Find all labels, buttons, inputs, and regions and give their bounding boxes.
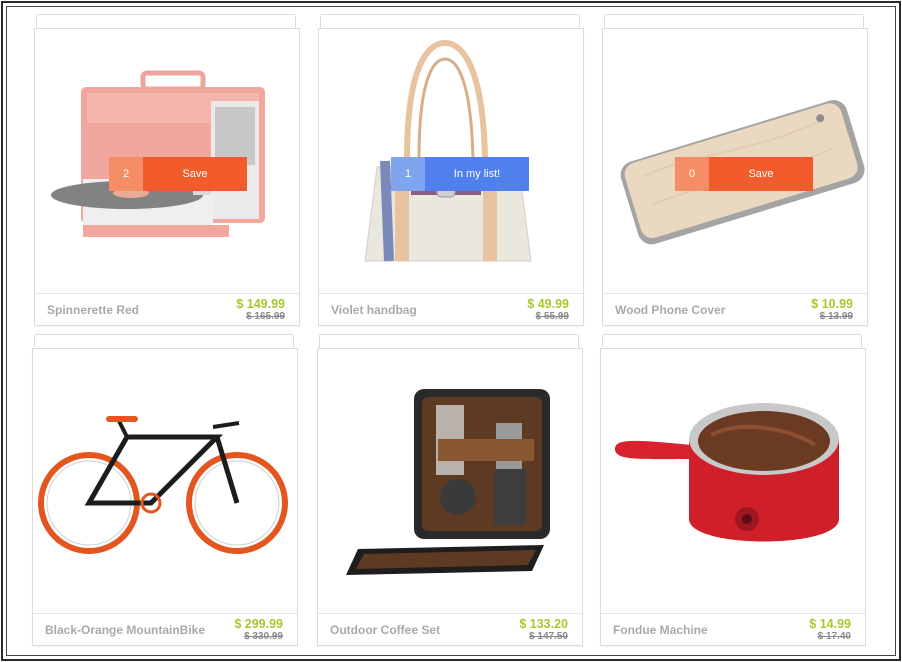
product-price: $ 49.99 [527,297,569,311]
card-body: Fondue Machine $ 14.99 $ 17.40 [600,348,866,646]
product-info: Fondue Machine $ 14.99 $ 17.40 [601,613,865,645]
product-name[interactable]: Wood Phone Cover [615,303,725,317]
product-name[interactable]: Spinnerette Red [47,303,139,317]
in-my-list-button[interactable]: 1 In my list! [391,157,529,191]
product-name[interactable]: Violet handbag [331,303,417,317]
product-card[interactable]: 2 Save Spinnerette Red $ 149.99 $ 165.99 [34,14,300,326]
coffee-set-image[interactable] [318,349,582,613]
product-info: Wood Phone Cover $ 10.99 $ 13.99 [603,293,867,325]
product-old-price: $ 147.50 [529,631,568,642]
product-name[interactable]: Black-Orange MountainBike [45,623,205,637]
product-old-price: $ 165.99 [246,311,285,322]
save-count: 0 [675,157,709,191]
product-card[interactable]: Black-Orange MountainBike $ 299.99 $ 330… [32,334,298,646]
product-card[interactable]: Outdoor Coffee Set $ 133.20 $ 147.50 [317,334,583,646]
product-price: $ 149.99 [236,297,285,311]
product-price: $ 133.20 [519,617,568,631]
save-button[interactable]: 0 Save [675,157,813,191]
product-price: $ 10.99 [811,297,853,311]
product-info: Outdoor Coffee Set $ 133.20 $ 147.50 [318,613,582,645]
card-body: Black-Orange MountainBike $ 299.99 $ 330… [32,348,298,646]
fondue-machine-image[interactable] [601,349,865,613]
product-old-price: $ 13.99 [819,311,853,322]
product-price: $ 14.99 [809,617,851,631]
product-card[interactable]: Fondue Machine $ 14.99 $ 17.40 [600,334,866,646]
product-card[interactable]: 0 Save Wood Phone Cover $ 10.99 $ 13.99 [602,14,868,326]
save-label: Save [143,157,247,191]
product-old-price: $ 55.99 [535,311,569,322]
save-count: 2 [109,157,143,191]
product-name[interactable]: Fondue Machine [613,623,708,637]
save-button[interactable]: 2 Save [109,157,247,191]
card-body: Outdoor Coffee Set $ 133.20 $ 147.50 [317,348,583,646]
card-body: 1 In my list! Violet handbag $ 49.99 $ 5… [318,28,584,326]
product-info: Black-Orange MountainBike $ 299.99 $ 330… [33,613,297,645]
product-old-price: $ 330.99 [244,631,283,642]
product-name[interactable]: Outdoor Coffee Set [330,623,440,637]
save-label: Save [709,157,813,191]
bicycle-image[interactable] [33,349,297,613]
product-old-price: $ 17.40 [817,631,851,642]
product-card[interactable]: 1 In my list! Violet handbag $ 49.99 $ 5… [318,14,584,326]
list-count: 1 [391,157,425,191]
list-label: In my list! [425,157,529,191]
card-body: 0 Save Wood Phone Cover $ 10.99 $ 13.99 [602,28,868,326]
card-body: 2 Save Spinnerette Red $ 149.99 $ 165.99 [34,28,300,326]
product-info: Violet handbag $ 49.99 $ 55.99 [319,293,583,325]
product-info: Spinnerette Red $ 149.99 $ 165.99 [35,293,299,325]
product-price: $ 299.99 [234,617,283,631]
